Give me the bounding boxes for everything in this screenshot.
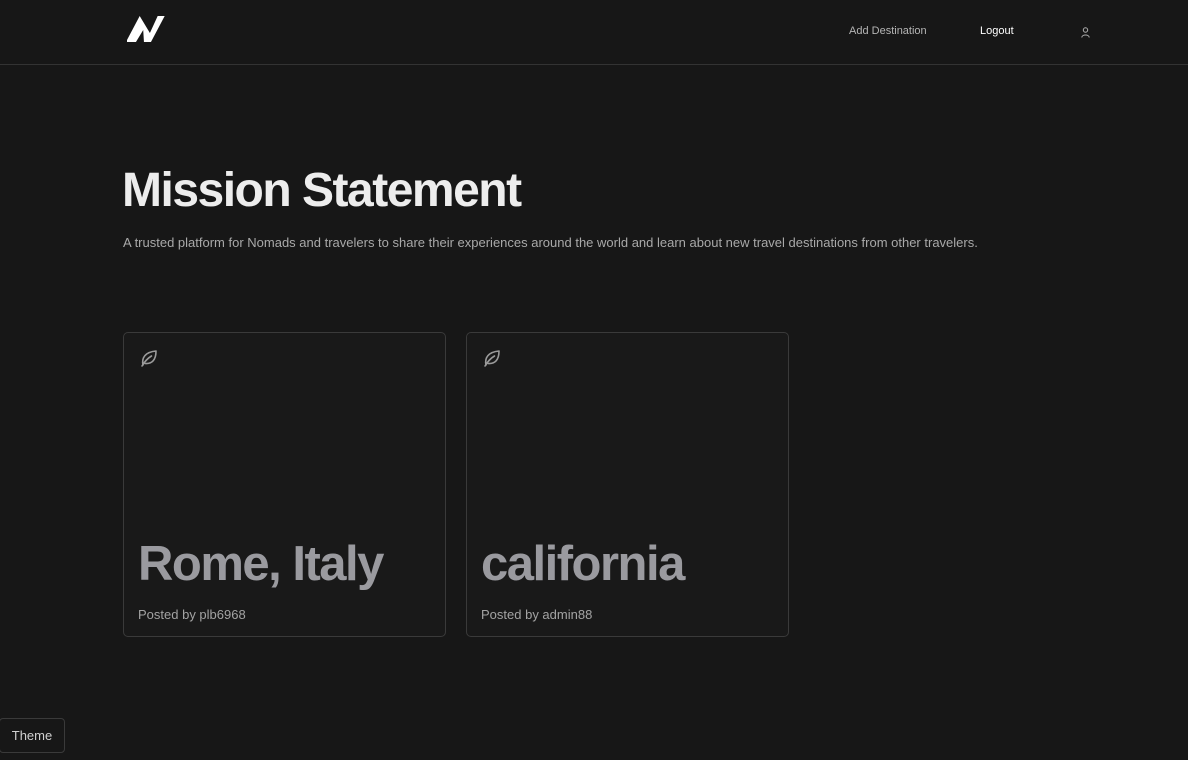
logout-link[interactable]: Logout <box>980 24 1014 38</box>
leaf-icon <box>482 348 502 368</box>
posted-by-text: Posted by admin88 <box>481 607 593 622</box>
destination-card-california[interactable]: california Posted by admin88 <box>466 332 789 637</box>
add-destination-link[interactable]: Add Destination <box>849 24 927 38</box>
user-icon[interactable] <box>1080 25 1091 38</box>
destination-title: Rome, Italy <box>138 537 384 591</box>
mission-description: A trusted platform for Nomads and travel… <box>123 235 978 250</box>
destination-title: california <box>481 537 685 591</box>
top-navigation-bar: Add Destination Logout <box>0 0 1188 65</box>
leaf-icon <box>139 348 159 368</box>
brand-logo-icon[interactable] <box>125 13 167 45</box>
page-title: Mission Statement <box>122 164 522 217</box>
theme-toggle-button[interactable]: Theme <box>0 718 65 753</box>
posted-by-text: Posted by plb6968 <box>138 607 246 622</box>
destination-card-rome[interactable]: Rome, Italy Posted by plb6968 <box>123 332 446 637</box>
